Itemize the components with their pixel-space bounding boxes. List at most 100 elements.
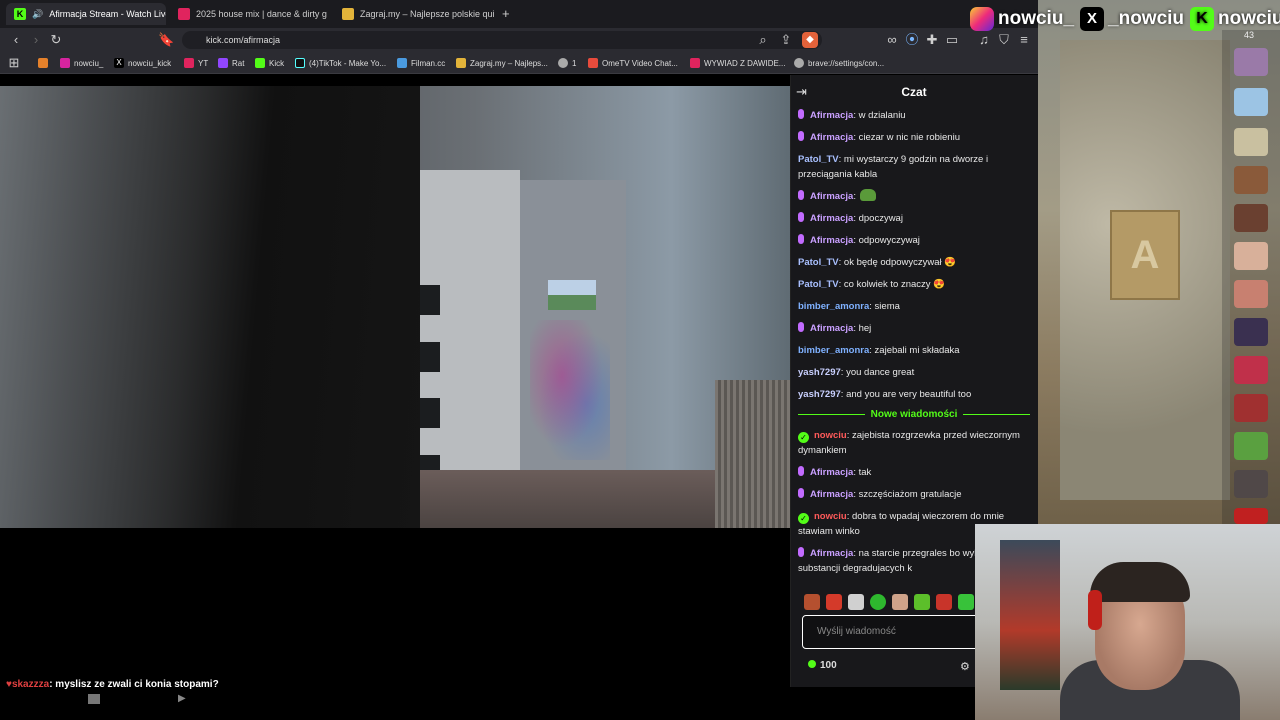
chat-username[interactable]: Afirmacja: [810, 132, 853, 143]
chat-username[interactable]: Afirmacja: [810, 467, 853, 478]
chat-message: Afirmacja: w dzialaniu: [798, 108, 1030, 123]
x-icon: X: [114, 58, 124, 68]
tab-house-mix[interactable]: 2025 house mix | dance & dirty g: [170, 3, 330, 25]
pepe-emote-icon: [859, 189, 876, 201]
back-icon[interactable]: ‹: [8, 32, 24, 48]
tab-zagraj[interactable]: Zagraj.my – Najlepsze polskie quizy o: [334, 3, 494, 25]
chat-text: : zajebali mi składaka: [869, 345, 960, 356]
chat-username[interactable]: Patol_TV: [798, 257, 839, 268]
chat-username[interactable]: Afirmacja: [810, 213, 853, 224]
bookmark-item[interactable]: Filman.cc: [397, 56, 445, 70]
chat-messages: Afirmacja: w dzialaniu Afirmacja: ciezar …: [798, 108, 1030, 588]
vpn-icon[interactable]: ⦿: [904, 32, 920, 48]
bookmark-item[interactable]: Zagraj.my – Najleps...: [456, 56, 548, 70]
puzzle-icon[interactable]: ✚: [924, 32, 940, 48]
emote-icon[interactable]: [870, 594, 886, 610]
chat-username[interactable]: yash7297: [798, 389, 841, 400]
new-tab-button[interactable]: +: [502, 6, 510, 21]
overlay-chat-user: skazzza: [11, 679, 50, 690]
chat-username[interactable]: Afirmacja: [810, 323, 853, 334]
bookmark-item[interactable]: nowciu_: [60, 56, 103, 70]
chat-username[interactable]: nowciu: [814, 430, 847, 441]
chat-username[interactable]: bimber_amonra: [798, 345, 869, 356]
emote-icon[interactable]: [936, 594, 952, 610]
chat-username[interactable]: Afirmacja: [810, 548, 853, 559]
verified-badge-icon: ✓: [798, 513, 809, 524]
x-name: _nowciu: [1108, 8, 1185, 29]
bookmark-item[interactable]: [38, 56, 48, 70]
chat-username[interactable]: Afirmacja: [810, 191, 853, 202]
channel-points[interactable]: 100: [808, 660, 837, 671]
tab-title: Afirmacja Stream - Watch Live: [49, 9, 166, 19]
chat-text: : w dzialaniu: [853, 110, 906, 121]
menu-icon[interactable]: ≡: [1016, 32, 1032, 48]
chat-username[interactable]: Patol_TV: [798, 154, 839, 165]
bookmark-icon[interactable]: 🔖: [158, 32, 174, 48]
bookmark-item[interactable]: Xnowciu_kick: [114, 56, 171, 70]
url-field[interactable]: kick.com/afirmacja: [182, 31, 822, 49]
bookmark-item[interactable]: YT: [184, 56, 208, 70]
media-icon[interactable]: ♫: [976, 32, 992, 48]
instagram-icon: [970, 7, 994, 31]
chat-message: bimber_amonra: zajebali mi składaka: [798, 343, 1030, 358]
globe-icon: [558, 58, 568, 68]
emote-icon[interactable]: [848, 594, 864, 610]
scroll-thumb[interactable]: [88, 694, 100, 704]
chat-username[interactable]: Afirmacja: [810, 235, 853, 246]
kick-icon: K: [14, 8, 26, 20]
play-icon[interactable]: ▶: [178, 693, 186, 704]
avatar: [1234, 394, 1268, 422]
bookmark-item[interactable]: brave://settings/con...: [794, 56, 884, 70]
emote-icon[interactable]: [958, 594, 974, 610]
chat-username[interactable]: yash7297: [798, 367, 841, 378]
kick-name: nowciu: [1218, 8, 1280, 29]
bookmark-label: Filman.cc: [411, 58, 446, 68]
chat-username[interactable]: bimber_amonra: [798, 301, 869, 312]
bookmark-item[interactable]: OmeTV Video Chat...: [588, 56, 678, 70]
bookmark-label: Rat: [232, 58, 245, 68]
share-icon[interactable]: ⇪: [778, 32, 794, 48]
chat-message-input[interactable]: Wyślij wiadomość: [802, 615, 982, 649]
avatar: [1234, 470, 1268, 498]
overlay-chat-message: ♥skazzza: myslisz ze zwali ci konia stop…: [0, 679, 790, 693]
bookmark-item[interactable]: Kick: [255, 56, 284, 70]
chat-text: : hej: [853, 323, 872, 334]
bookmark-item[interactable]: WYWIAD Z DAWIDE...: [690, 56, 785, 70]
avatar: [1234, 204, 1268, 232]
bookmark-label: 1: [572, 58, 577, 68]
avatar: [1234, 128, 1268, 156]
tab-title: Zagraj.my – Najlepsze polskie quizy o: [360, 9, 494, 19]
wallet-icon[interactable]: ⛉: [996, 32, 1012, 48]
chat-text: : dpoczywaj: [853, 213, 903, 224]
bookmark-item[interactable]: 1: [558, 56, 576, 70]
chat-username[interactable]: Patol_TV: [798, 279, 839, 290]
chat-text: : ciezar w nic nie robieniu: [853, 132, 960, 143]
microphone-badge-icon: [798, 212, 804, 222]
chat-settings-icon[interactable]: ⚙: [960, 660, 970, 673]
bookmark-label: Kick: [269, 58, 285, 68]
microphone-badge-icon: [798, 234, 804, 244]
zoom-icon[interactable]: ⌕: [755, 32, 771, 48]
chat-message: bimber_amonra: siema: [798, 299, 1030, 314]
sidebar-icon[interactable]: ▭: [944, 32, 960, 48]
chat-username[interactable]: Afirmacja: [810, 489, 853, 500]
emote-icon[interactable]: [914, 594, 930, 610]
microphone-badge-icon: [798, 488, 804, 498]
tab-afirmacja[interactable]: K 🔊 Afirmacja Stream - Watch Live ✕: [6, 3, 166, 25]
emote-icon[interactable]: [826, 594, 842, 610]
extension-icon[interactable]: ∞: [884, 32, 900, 48]
bookmark-item[interactable]: (4)TikTok - Make Yo...: [295, 56, 386, 70]
video-scene-pane: [418, 398, 440, 428]
apps-icon[interactable]: ⊞: [6, 55, 22, 71]
chat-username[interactable]: nowciu: [814, 511, 847, 522]
chat-message: yash7297: and you are very beautiful too: [798, 387, 1030, 402]
crown-icon: [456, 58, 466, 68]
forward-icon[interactable]: ›: [28, 32, 44, 48]
chat-username[interactable]: Afirmacja: [810, 110, 853, 121]
emote-icon[interactable]: [892, 594, 908, 610]
bookmark-item[interactable]: Rat: [218, 56, 244, 70]
brave-shield-icon[interactable]: ◆: [802, 32, 818, 48]
reload-icon[interactable]: ↻: [48, 32, 64, 48]
emote-icon[interactable]: [804, 594, 820, 610]
chat-text: : and you are very beautiful too: [840, 389, 972, 400]
